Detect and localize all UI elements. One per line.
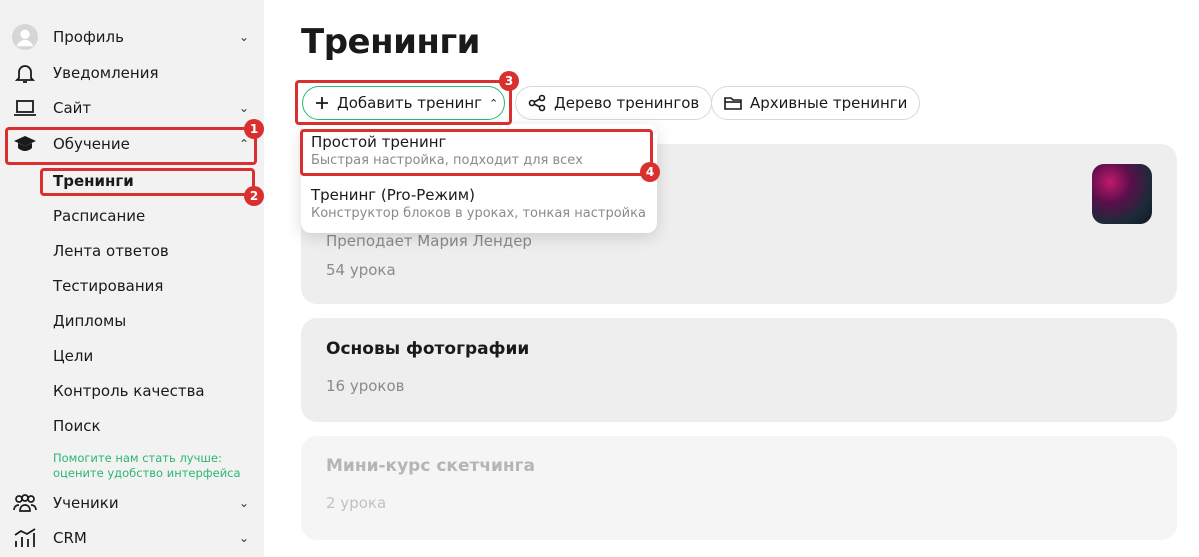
training-lessons-count: 16 уроков <box>326 377 405 395</box>
training-title: Основы фотографии <box>326 339 530 359</box>
highlight-simple-training <box>300 129 653 176</box>
archived-trainings-button[interactable]: Архивные тренинги <box>711 86 921 120</box>
dropdown-item-pro-training[interactable]: Тренинг (Pro-Режим) Конструктор блоков в… <box>311 186 646 221</box>
sidebar-subitem-search[interactable]: Поиск <box>53 415 101 437</box>
highlight-learning <box>5 127 257 165</box>
archived-trainings-label: Архивные тренинги <box>750 94 908 112</box>
sidebar: Профиль ⌄ Уведомления Сайт ⌄ Обучение ⌃ … <box>0 0 264 557</box>
sidebar-item-notifications[interactable]: Уведомления <box>0 56 264 90</box>
laptop-icon <box>12 95 38 121</box>
feedback-line-2: оцените удобство интерфейса <box>53 466 241 480</box>
training-teacher: Преподает Мария Лендер <box>326 232 532 250</box>
chart-icon <box>12 525 38 551</box>
training-title: Мини-курс скетчинга <box>326 456 536 476</box>
bell-icon <box>12 60 38 86</box>
sidebar-item-crm[interactable]: CRM ⌄ <box>0 521 264 555</box>
training-tree-button[interactable]: Дерево тренингов <box>515 86 713 120</box>
sidebar-item-label: Сайт <box>53 99 92 117</box>
sidebar-subitem-goals[interactable]: Цели <box>53 345 93 367</box>
sidebar-item-profile[interactable]: Профиль ⌄ <box>0 20 264 54</box>
step-badge: 2 <box>244 186 264 206</box>
share-tree-icon <box>528 94 546 112</box>
sidebar-item-label: Ученики <box>53 494 119 512</box>
dropdown-item-subtitle: Конструктор блоков в уроках, тонкая наст… <box>311 206 646 221</box>
folder-icon <box>724 95 742 111</box>
chevron-down-icon: ⌄ <box>238 531 250 545</box>
page-title: Тренинги <box>301 22 480 62</box>
step-badge: 4 <box>640 162 660 182</box>
sidebar-subitem-diplomas[interactable]: Дипломы <box>53 310 126 332</box>
sidebar-subitem-quality-control[interactable]: Контроль качества <box>53 380 205 402</box>
sidebar-item-label: Профиль <box>53 28 124 46</box>
feedback-line-1: Помогите нам стать лучше: <box>53 451 222 465</box>
highlight-trainings <box>40 168 255 196</box>
chevron-down-icon: ⌄ <box>238 30 250 44</box>
step-badge: 1 <box>244 119 264 139</box>
training-card[interactable]: Мини-курс скетчинга 2 урока <box>301 436 1177 540</box>
dropdown-item-title: Тренинг (Pro-Режим) <box>311 186 475 204</box>
training-tree-label: Дерево тренингов <box>554 94 700 112</box>
highlight-add-training <box>295 80 512 125</box>
sidebar-item-label: Уведомления <box>53 64 159 82</box>
sidebar-item-site[interactable]: Сайт ⌄ <box>0 91 264 125</box>
training-lessons-count: 54 урока <box>326 261 396 279</box>
users-icon <box>12 490 38 516</box>
chevron-down-icon: ⌄ <box>238 496 250 510</box>
sidebar-item-label: CRM <box>53 529 87 547</box>
sidebar-subitem-schedule[interactable]: Расписание <box>53 205 145 227</box>
feedback-link[interactable]: Помогите нам стать лучше: оцените удобст… <box>53 451 241 481</box>
sidebar-subitem-answers-feed[interactable]: Лента ответов <box>53 240 169 262</box>
chevron-down-icon: ⌄ <box>238 101 250 115</box>
sidebar-subitem-tests[interactable]: Тестирования <box>53 275 163 297</box>
sidebar-item-students[interactable]: Ученики ⌄ <box>0 486 264 520</box>
step-badge: 3 <box>499 71 519 91</box>
training-thumbnail <box>1092 164 1152 224</box>
training-card[interactable]: Основы фотографии 16 уроков <box>301 318 1177 422</box>
training-lessons-count: 2 урока <box>326 494 387 512</box>
profile-avatar-icon <box>12 24 38 50</box>
